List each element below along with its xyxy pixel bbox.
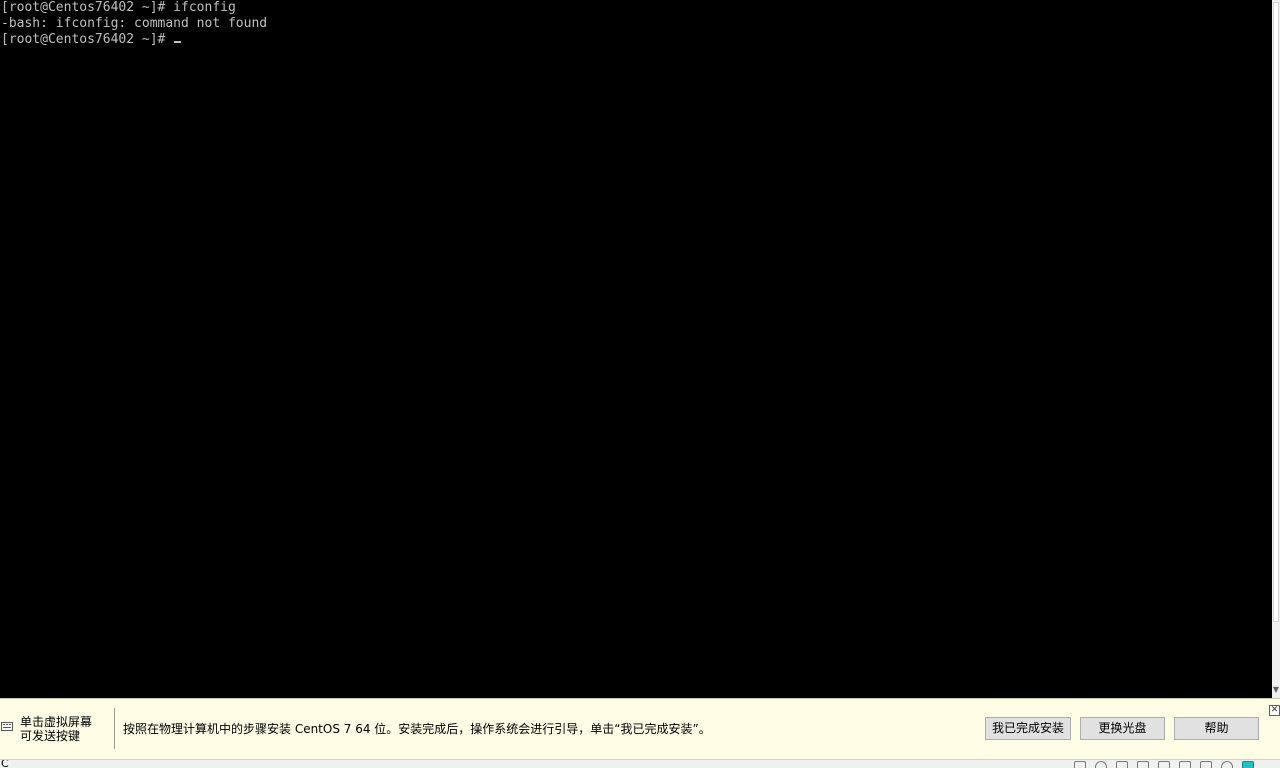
network-icon[interactable] <box>1116 761 1128 768</box>
camera-icon[interactable] <box>1221 761 1233 768</box>
send-keys-hint: 单击虚拟屏幕 可发送按键 <box>20 715 92 743</box>
cd-dvd-icon[interactable] <box>1095 761 1107 768</box>
vm-status-bar: C <box>0 759 1280 768</box>
console-prompt-text: [root@Centos76402 ~]# <box>1 32 174 47</box>
hint-divider <box>114 708 115 749</box>
vm-install-hint-bar: 单击虚拟屏幕 可发送按键 按照在物理计算机中的步骤安装 CentOS 7 64 … <box>0 698 1280 759</box>
display-icon[interactable] <box>1200 761 1212 768</box>
connection-icon[interactable] <box>1242 761 1254 768</box>
done-install-button[interactable]: 我已完成安装 <box>985 717 1071 740</box>
status-bar-text: C <box>1 759 9 768</box>
console-line: [root@Centos76402 ~]# ifconfig <box>1 0 236 15</box>
help-button[interactable]: 帮助 <box>1174 717 1259 740</box>
close-hint-icon[interactable]: ✕ <box>1269 705 1280 716</box>
vm-console-screen[interactable]: [root@Centos76402 ~]# ifconfig -bash: if… <box>0 0 1272 698</box>
printer-icon[interactable] <box>1179 761 1191 768</box>
scrollbar-thumb[interactable] <box>1273 2 1279 622</box>
device-status-icons <box>1074 761 1254 768</box>
send-keys-hint-line1: 单击虚拟屏幕 <box>20 715 93 729</box>
console-line: -bash: ifconfig: command not found <box>1 16 268 31</box>
install-instruction-message: 按照在物理计算机中的步骤安装 CentOS 7 64 位。安装完成后，操作系统会… <box>123 722 711 736</box>
console-vertical-scrollbar[interactable]: ▼ <box>1272 0 1280 698</box>
hard-disk-icon[interactable] <box>1074 761 1086 768</box>
change-disc-button[interactable]: 更换光盘 <box>1080 717 1165 740</box>
text-cursor <box>174 41 182 43</box>
keyboard-icon <box>1 722 13 731</box>
sound-icon[interactable] <box>1158 761 1170 768</box>
console-prompt-line: [root@Centos76402 ~]# <box>1 32 182 48</box>
scroll-down-arrow-icon[interactable]: ▼ <box>1272 684 1280 696</box>
send-keys-hint-line2: 可发送按键 <box>20 729 81 743</box>
usb-icon[interactable] <box>1137 761 1149 768</box>
